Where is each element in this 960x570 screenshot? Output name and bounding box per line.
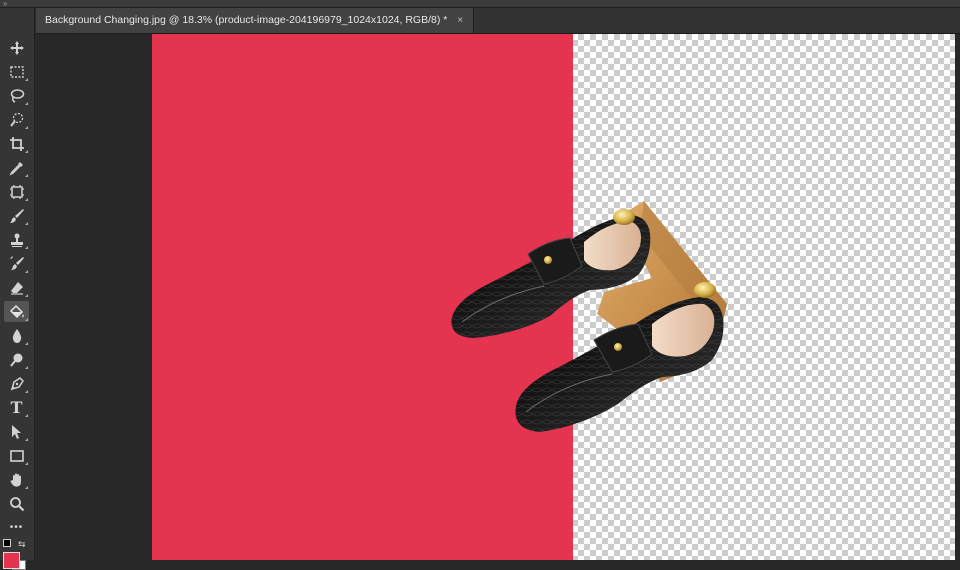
panel-collapse-grip-icon[interactable]: ›› (3, 0, 7, 8)
canvas-right-margin (955, 34, 960, 560)
top-strip: ›› (0, 0, 960, 8)
eraser-icon (10, 281, 23, 295)
paint-bucket-tool[interactable] (4, 301, 29, 322)
blur-tool[interactable] (4, 325, 29, 346)
brush-tool[interactable] (4, 205, 29, 226)
eyedropper-tool[interactable] (4, 157, 29, 178)
rectangle-tool[interactable] (4, 445, 29, 466)
rectangle-icon (9, 449, 24, 462)
edit-toolbar-button[interactable]: ••• (4, 517, 29, 538)
dodge-icon (9, 353, 22, 367)
crop-tool[interactable] (4, 133, 29, 154)
stamp-icon (10, 233, 23, 247)
zoom-icon (9, 496, 24, 511)
default-colors-icon[interactable] (3, 539, 11, 547)
crop-icon (9, 136, 24, 151)
hand-icon (10, 473, 21, 487)
dodge-tool[interactable] (4, 349, 29, 370)
frame-tool[interactable] (4, 181, 29, 202)
move-icon (9, 40, 24, 55)
type-tool[interactable]: T (4, 397, 29, 418)
pen-icon (10, 376, 24, 390)
product-image-shoes (451, 201, 727, 432)
hand-tool[interactable] (4, 469, 29, 490)
rect-marquee-icon (9, 65, 24, 78)
blur-icon (12, 328, 21, 343)
document-tab[interactable]: Background Changing.jpg @ 18.3% (product… (36, 8, 475, 33)
eraser-tool[interactable] (4, 277, 29, 298)
lasso-icon (10, 88, 24, 103)
frame-icon (9, 184, 24, 199)
type-icon: T (10, 398, 23, 417)
swap-colors-icon[interactable]: ⇆ (18, 539, 26, 550)
history-brush-icon (10, 256, 24, 270)
lasso-tool[interactable] (4, 85, 29, 106)
move-tool[interactable] (4, 37, 29, 58)
history-brush-tool[interactable] (4, 253, 29, 274)
tools-panel: T ••• ⇆ (0, 8, 35, 570)
brush-icon (9, 208, 24, 223)
canvas-area[interactable] (35, 34, 960, 560)
pen-tool[interactable] (4, 373, 29, 394)
clone-stamp-tool[interactable] (4, 229, 29, 250)
more-icon: ••• (9, 522, 24, 533)
zoom-tool[interactable] (4, 493, 29, 514)
eyedropper-icon (8, 161, 23, 176)
foreground-color-swatch[interactable] (3, 552, 20, 569)
document-tab-bar: Background Changing.jpg @ 18.3% (product… (36, 8, 960, 34)
quick-selection-tool[interactable] (4, 109, 29, 130)
document-tab-title: Background Changing.jpg @ 18.3% (product… (45, 14, 448, 26)
paint-bucket-icon (9, 304, 24, 318)
path-selection-tool[interactable] (4, 421, 29, 442)
quick-select-icon (9, 112, 23, 127)
marquee-tool[interactable] (4, 61, 29, 82)
close-tab-icon[interactable]: × (457, 8, 463, 33)
document-canvas[interactable] (152, 34, 955, 560)
path-select-icon (11, 424, 21, 439)
